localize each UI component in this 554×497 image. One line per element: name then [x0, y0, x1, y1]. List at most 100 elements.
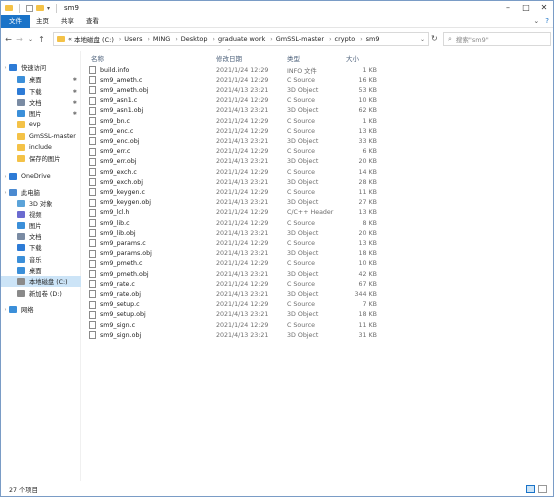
sidebar-item[interactable]: 音乐	[1, 254, 81, 265]
table-row[interactable]: sm9_rate.obj 2021/4/13 23:21 3D Object 344 …	[85, 289, 385, 299]
table-row[interactable]: sm9_keygen.obj 2021/4/13 23:21 3D Object 27…	[85, 198, 385, 208]
table-row[interactable]: sm9_ameth.c 2021/1/24 12:29 C Source 16 KB	[85, 75, 385, 85]
column-header-type[interactable]: 类型	[287, 52, 300, 64]
close-button[interactable]: ✕	[535, 1, 553, 15]
column-header-size[interactable]: 大小	[346, 52, 359, 64]
tab-view[interactable]: 查看	[80, 15, 105, 28]
table-row[interactable]: sm9_ameth.obj 2021/4/13 23:21 3D Object 53 …	[85, 85, 385, 95]
table-row[interactable]: sm9_asn1.obj 2021/4/13 23:21 3D Object 62 K…	[85, 106, 385, 116]
breadcrumb-item[interactable]: GmSSL-master	[276, 35, 324, 43]
breadcrumb-item[interactable]: Users	[124, 35, 142, 43]
breadcrumb-item[interactable]: graduate work	[218, 35, 265, 43]
expand-chevron-icon[interactable]: ›	[2, 190, 9, 196]
chevron-right-icon[interactable]: ›	[119, 36, 121, 43]
file-name: sm9_ameth.c	[100, 76, 143, 84]
table-row[interactable]: build.info 2021/1/24 12:29 INFO 文件 1 KB	[85, 65, 385, 75]
search-input[interactable]: ⌕ 搜索"sm9"	[443, 32, 551, 46]
chevron-right-icon[interactable]: ›	[175, 36, 177, 43]
table-row[interactable]: sm9_lib.obj 2021/4/13 23:21 3D Object 20 KB	[85, 228, 385, 238]
sidebar-item[interactable]: › OneDrive	[1, 171, 81, 182]
large-icons-view-icon[interactable]	[538, 485, 547, 493]
file-icon	[89, 249, 96, 258]
maximize-button[interactable]: □	[517, 1, 535, 15]
table-row[interactable]: sm9_lcl.h 2021/1/24 12:29 C/C++ Header 13 K…	[85, 208, 385, 218]
sidebar-item[interactable]: 桌面	[1, 265, 81, 276]
table-row[interactable]: sm9_pmeth.obj 2021/4/13 23:21 3D Object 42 …	[85, 269, 385, 279]
chevron-right-icon[interactable]: ›	[360, 36, 362, 43]
chevron-right-icon[interactable]: ›	[147, 36, 149, 43]
table-row[interactable]: sm9_lib.c 2021/1/24 12:29 C Source 8 KB	[85, 218, 385, 228]
table-row[interactable]: sm9_setup.obj 2021/4/13 23:21 3D Object 18 …	[85, 310, 385, 320]
breadcrumb-item[interactable]: crypto	[335, 35, 356, 43]
sidebar-item[interactable]: 新加卷 (D:)	[1, 288, 81, 299]
file-name: sm9_asn1.obj	[100, 107, 144, 115]
file-icon	[89, 178, 96, 187]
sidebar-item[interactable]: 图片	[1, 220, 81, 231]
details-view-icon[interactable]	[526, 485, 535, 493]
table-row[interactable]: sm9_setup.c 2021/1/24 12:29 C Source 7 KB	[85, 300, 385, 310]
address-bar[interactable]: « 本地磁盘 (C:) › Users › MING › Desktop › gradu…	[53, 32, 429, 46]
sidebar-item[interactable]: evp	[1, 119, 81, 130]
expand-ribbon-icon[interactable]: ⌄	[533, 15, 539, 28]
sidebar-item[interactable]: GmSSL-master	[1, 131, 81, 142]
explorer-window: ▾ sm9 – □ ✕ 文件 主页 共享 查看 ⌄ ? ← → ⌄ ↑ « 本地…	[0, 0, 554, 497]
properties-icon[interactable]	[26, 4, 33, 12]
help-icon[interactable]: ?	[545, 15, 549, 28]
sidebar-item[interactable]: 图片 ✱	[1, 108, 81, 119]
table-row[interactable]: sm9_enc.c 2021/1/24 12:29 C Source 13 KB	[85, 126, 385, 136]
breadcrumb-item[interactable]: Desktop	[181, 35, 208, 43]
forward-button[interactable]: →	[14, 35, 25, 44]
minimize-button[interactable]: –	[499, 1, 517, 15]
pin-icon: ✱	[72, 99, 77, 106]
new-folder-icon[interactable]	[36, 5, 44, 11]
table-row[interactable]: sm9_sign.obj 2021/4/13 23:21 3D Object 31 K…	[85, 330, 385, 340]
table-row[interactable]: sm9_exch.obj 2021/4/13 23:21 3D Object 28 K…	[85, 177, 385, 187]
back-button[interactable]: ←	[3, 35, 14, 44]
address-dropdown-icon[interactable]: ⌄	[420, 36, 425, 43]
table-row[interactable]: sm9_params.c 2021/1/24 12:29 C Source 13 KB	[85, 238, 385, 248]
sidebar-item[interactable]: 视频	[1, 209, 81, 220]
breadcrumb-item[interactable]: sm9	[366, 35, 380, 43]
sidebar-item[interactable]: 下载 ✱	[1, 86, 81, 97]
table-row[interactable]: sm9_err.obj 2021/4/13 23:21 3D Object 20 KB	[85, 157, 385, 167]
sidebar-item[interactable]: 文档 ✱	[1, 97, 81, 108]
sidebar-item[interactable]: › 网络	[1, 304, 81, 315]
expand-chevron-icon[interactable]: ›	[2, 307, 9, 313]
sidebar-item[interactable]: › 快速访问	[1, 62, 81, 73]
sidebar-item[interactable]: 桌面 ✱	[1, 74, 81, 85]
table-row[interactable]: sm9_err.c 2021/1/24 12:29 C Source 6 KB	[85, 147, 385, 157]
table-row[interactable]: sm9_keygen.c 2021/1/24 12:29 C Source 11 KB	[85, 187, 385, 197]
sidebar-item[interactable]: 下载	[1, 242, 81, 253]
table-row[interactable]: sm9_params.obj 2021/4/13 23:21 3D Object 18…	[85, 249, 385, 259]
table-row[interactable]: sm9_sign.c 2021/1/24 12:29 C Source 11 KB	[85, 320, 385, 330]
breadcrumb-item[interactable]: 本地磁盘 (C:)	[74, 34, 114, 44]
chevron-right-icon[interactable]: ›	[213, 36, 215, 43]
table-row[interactable]: sm9_bn.c 2021/1/24 12:29 C Source 1 KB	[85, 116, 385, 126]
expand-chevron-icon[interactable]: ›	[2, 174, 9, 180]
expand-chevron-icon[interactable]: ›	[2, 65, 9, 71]
up-button[interactable]: ↑	[36, 35, 47, 44]
sidebar-item[interactable]: › 此电脑	[1, 187, 81, 198]
chevron-right-icon[interactable]: ›	[329, 36, 331, 43]
recent-dropdown-icon[interactable]: ⌄	[25, 36, 36, 43]
table-row[interactable]: sm9_rate.c 2021/1/24 12:29 C Source 67 KB	[85, 279, 385, 289]
sidebar-item[interactable]: 文档	[1, 231, 81, 242]
sidebar-item[interactable]: 3D 对象	[1, 198, 81, 209]
refresh-icon[interactable]: ↻	[431, 34, 438, 43]
sidebar-item[interactable]: 保存的图片	[1, 153, 81, 164]
file-type: C Source	[287, 97, 316, 105]
column-header-name[interactable]: 名称	[91, 52, 104, 64]
table-row[interactable]: sm9_pmeth.c 2021/1/24 12:29 C Source 10 KB	[85, 259, 385, 269]
table-row[interactable]: sm9_enc.obj 2021/4/13 23:21 3D Object 33 KB	[85, 136, 385, 146]
tab-file[interactable]: 文件	[1, 14, 30, 28]
table-row[interactable]: sm9_asn1.c 2021/1/24 12:29 C Source 10 KB	[85, 96, 385, 106]
breadcrumb-item[interactable]: MING	[153, 35, 170, 43]
tab-share[interactable]: 共享	[55, 15, 80, 28]
breadcrumb-overflow[interactable]: «	[68, 35, 72, 43]
table-row[interactable]: sm9_exch.c 2021/1/24 12:29 C Source 14 KB	[85, 167, 385, 177]
tab-home[interactable]: 主页	[30, 15, 55, 28]
qa-dropdown-icon[interactable]: ▾	[47, 5, 50, 12]
chevron-right-icon[interactable]: ›	[270, 36, 272, 43]
sidebar-item[interactable]: include	[1, 142, 81, 153]
sidebar-item[interactable]: 本地磁盘 (C:)	[1, 276, 81, 287]
